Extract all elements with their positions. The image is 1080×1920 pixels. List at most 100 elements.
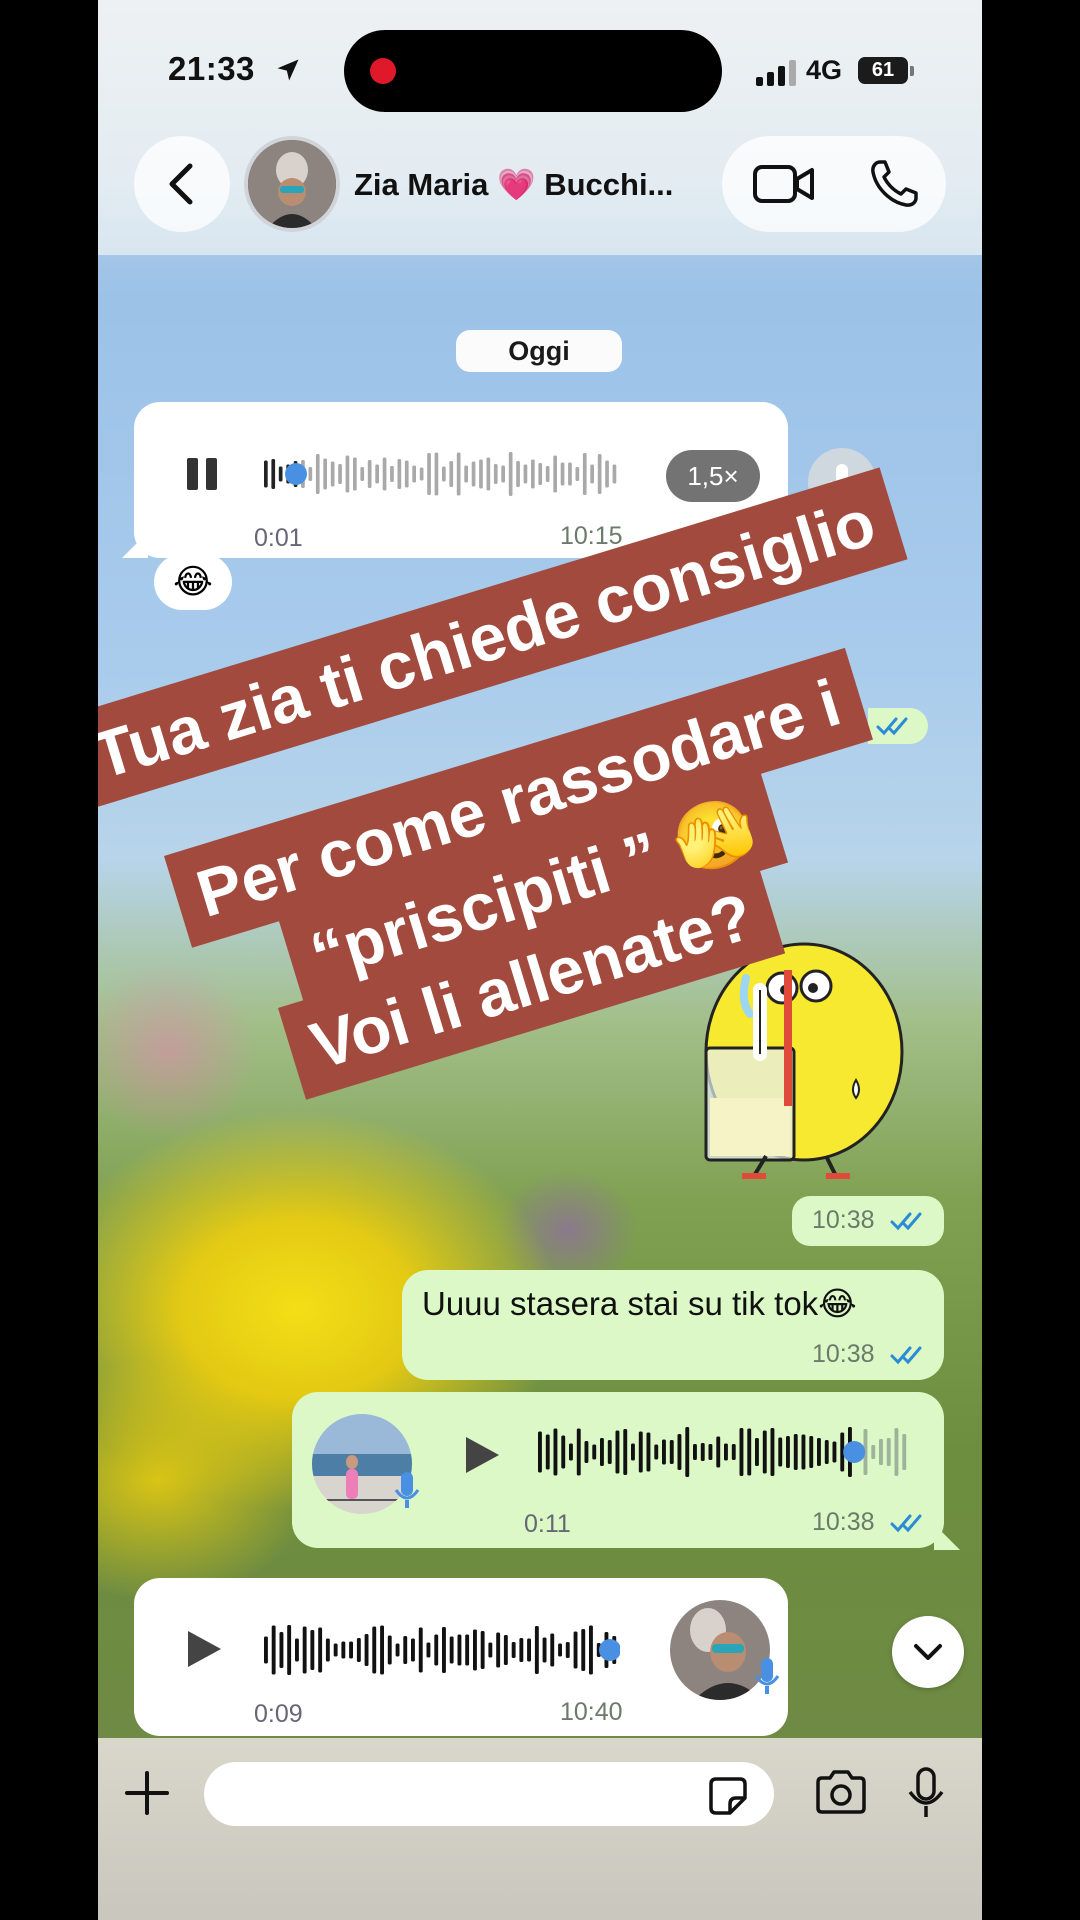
playback-position-dot[interactable]: [285, 463, 307, 485]
playback-position-dot[interactable]: [599, 1639, 620, 1661]
message-reaction[interactable]: 😂: [154, 554, 232, 610]
sticker-icon[interactable]: [708, 1776, 748, 1816]
read-ticks-icon: [890, 1346, 922, 1365]
waveform-bar: [353, 457, 357, 491]
play-icon[interactable]: [462, 1434, 502, 1476]
chat-screen: 21:33 4G 61 Zia Maria 💗 Bucchi... Oggi 1…: [98, 0, 982, 1920]
waveform-bar: [801, 1434, 806, 1470]
waveform-bar: [501, 465, 505, 483]
waveform-bar: [308, 467, 313, 481]
message-time: 10:38: [812, 1206, 875, 1234]
waveform-bar: [716, 1436, 721, 1468]
waveform-bar: [538, 1431, 542, 1473]
video-call-icon[interactable]: [752, 162, 816, 206]
waveform-bar: [545, 466, 550, 482]
battery-nub: [910, 66, 914, 76]
status-time: 21:33: [168, 50, 255, 87]
waveform-bar: [449, 461, 454, 487]
waveform-bar: [605, 460, 609, 488]
date-separator: Oggi: [456, 330, 622, 372]
waveform-bar: [612, 464, 617, 484]
waveform-bar: [503, 1635, 508, 1665]
waveform-bar: [886, 1438, 891, 1466]
waveform-bar: [493, 464, 498, 484]
lemon-sticker[interactable]: [686, 930, 918, 1180]
waveform-bar: [271, 459, 276, 489]
read-ticks-icon: [876, 717, 908, 736]
waveform-bar: [693, 1444, 697, 1460]
waveform-bar: [356, 1638, 361, 1662]
contact-avatar[interactable]: [244, 136, 340, 232]
waveform-bar: [894, 1428, 899, 1476]
voice-record-indicator: [808, 448, 876, 516]
waveform-bar: [325, 1638, 330, 1662]
waveform-bar: [511, 1642, 516, 1658]
waveform-bar: [387, 1635, 392, 1665]
waveform-bar: [390, 466, 394, 482]
waveform-bar: [341, 1641, 346, 1659]
waveform-bar: [871, 1445, 876, 1459]
phone-call-icon[interactable]: [868, 158, 920, 210]
voice-waveform[interactable]: [264, 1620, 620, 1680]
microphone-icon[interactable]: [906, 1766, 946, 1820]
waveform-bar: [770, 1428, 775, 1476]
waveform-bar: [561, 1435, 566, 1469]
waveform-bar: [403, 1636, 408, 1664]
waveform-bar: [426, 1642, 431, 1658]
contact-header[interactable]: Zia Maria 💗 Bucchi...: [244, 134, 684, 234]
waveform-bar: [631, 1443, 635, 1461]
waveform-bar: [553, 455, 557, 493]
waveform-bar: [568, 462, 572, 486]
waveform-bar: [480, 1631, 485, 1669]
waveform-bar: [545, 1434, 550, 1470]
playback-position-dot[interactable]: [843, 1441, 866, 1463]
waveform-bar: [592, 1444, 597, 1460]
pause-icon[interactable]: [184, 456, 220, 492]
composer-bar: [98, 1738, 982, 1920]
waveform-bar: [809, 1436, 814, 1468]
waveform-bar: [646, 1432, 651, 1472]
waveform-bar: [404, 460, 409, 488]
message-time: 10:40: [560, 1698, 623, 1726]
hidden-message-fragment: [868, 708, 928, 744]
waveform-bar: [519, 1638, 524, 1662]
chevron-down-icon: [914, 1644, 942, 1660]
waveform-bar: [465, 1634, 470, 1666]
waveform-bar: [419, 467, 424, 481]
scroll-to-bottom-button[interactable]: [892, 1616, 964, 1688]
waveform-bar: [623, 1429, 628, 1475]
playback-speed-button[interactable]: 1,5×: [666, 450, 760, 502]
back-button[interactable]: [134, 136, 230, 232]
waveform-bar: [615, 1430, 620, 1474]
message-input[interactable]: [204, 1762, 774, 1826]
plus-icon[interactable]: [124, 1770, 170, 1816]
waveform-bar: [569, 1443, 573, 1461]
signal-icon: [756, 60, 796, 86]
waveform-bar: [434, 452, 439, 496]
waveform-bar: [471, 461, 476, 487]
waveform-bar: [279, 1632, 284, 1668]
waveform-bar: [434, 1634, 439, 1666]
waveform-bar: [464, 465, 468, 483]
camera-icon[interactable]: [814, 1770, 868, 1814]
waveform-bar: [662, 1439, 666, 1465]
waveform-bar: [584, 1441, 589, 1463]
waveform-bar: [654, 1444, 659, 1460]
waveform-bar: [345, 455, 350, 493]
waveform-bar: [832, 1441, 837, 1463]
waveform-bar: [427, 453, 431, 495]
waveform-bar: [411, 1638, 415, 1662]
contact-name: Zia Maria 💗 Bucchi...: [354, 167, 674, 202]
waveform-bar: [360, 467, 365, 481]
bubble-tail: [934, 1524, 960, 1550]
waveform-bar: [597, 454, 602, 494]
waveform-bar: [824, 1440, 829, 1464]
voice-waveform[interactable]: [264, 448, 620, 500]
waveform-bar: [412, 465, 416, 483]
battery-level: 61: [871, 59, 895, 81]
waveform-bar: [879, 1439, 883, 1465]
play-icon[interactable]: [184, 1628, 224, 1670]
waveform-bar: [264, 1636, 268, 1664]
waveform-bar: [607, 1440, 612, 1464]
voice-waveform[interactable]: [538, 1422, 910, 1482]
